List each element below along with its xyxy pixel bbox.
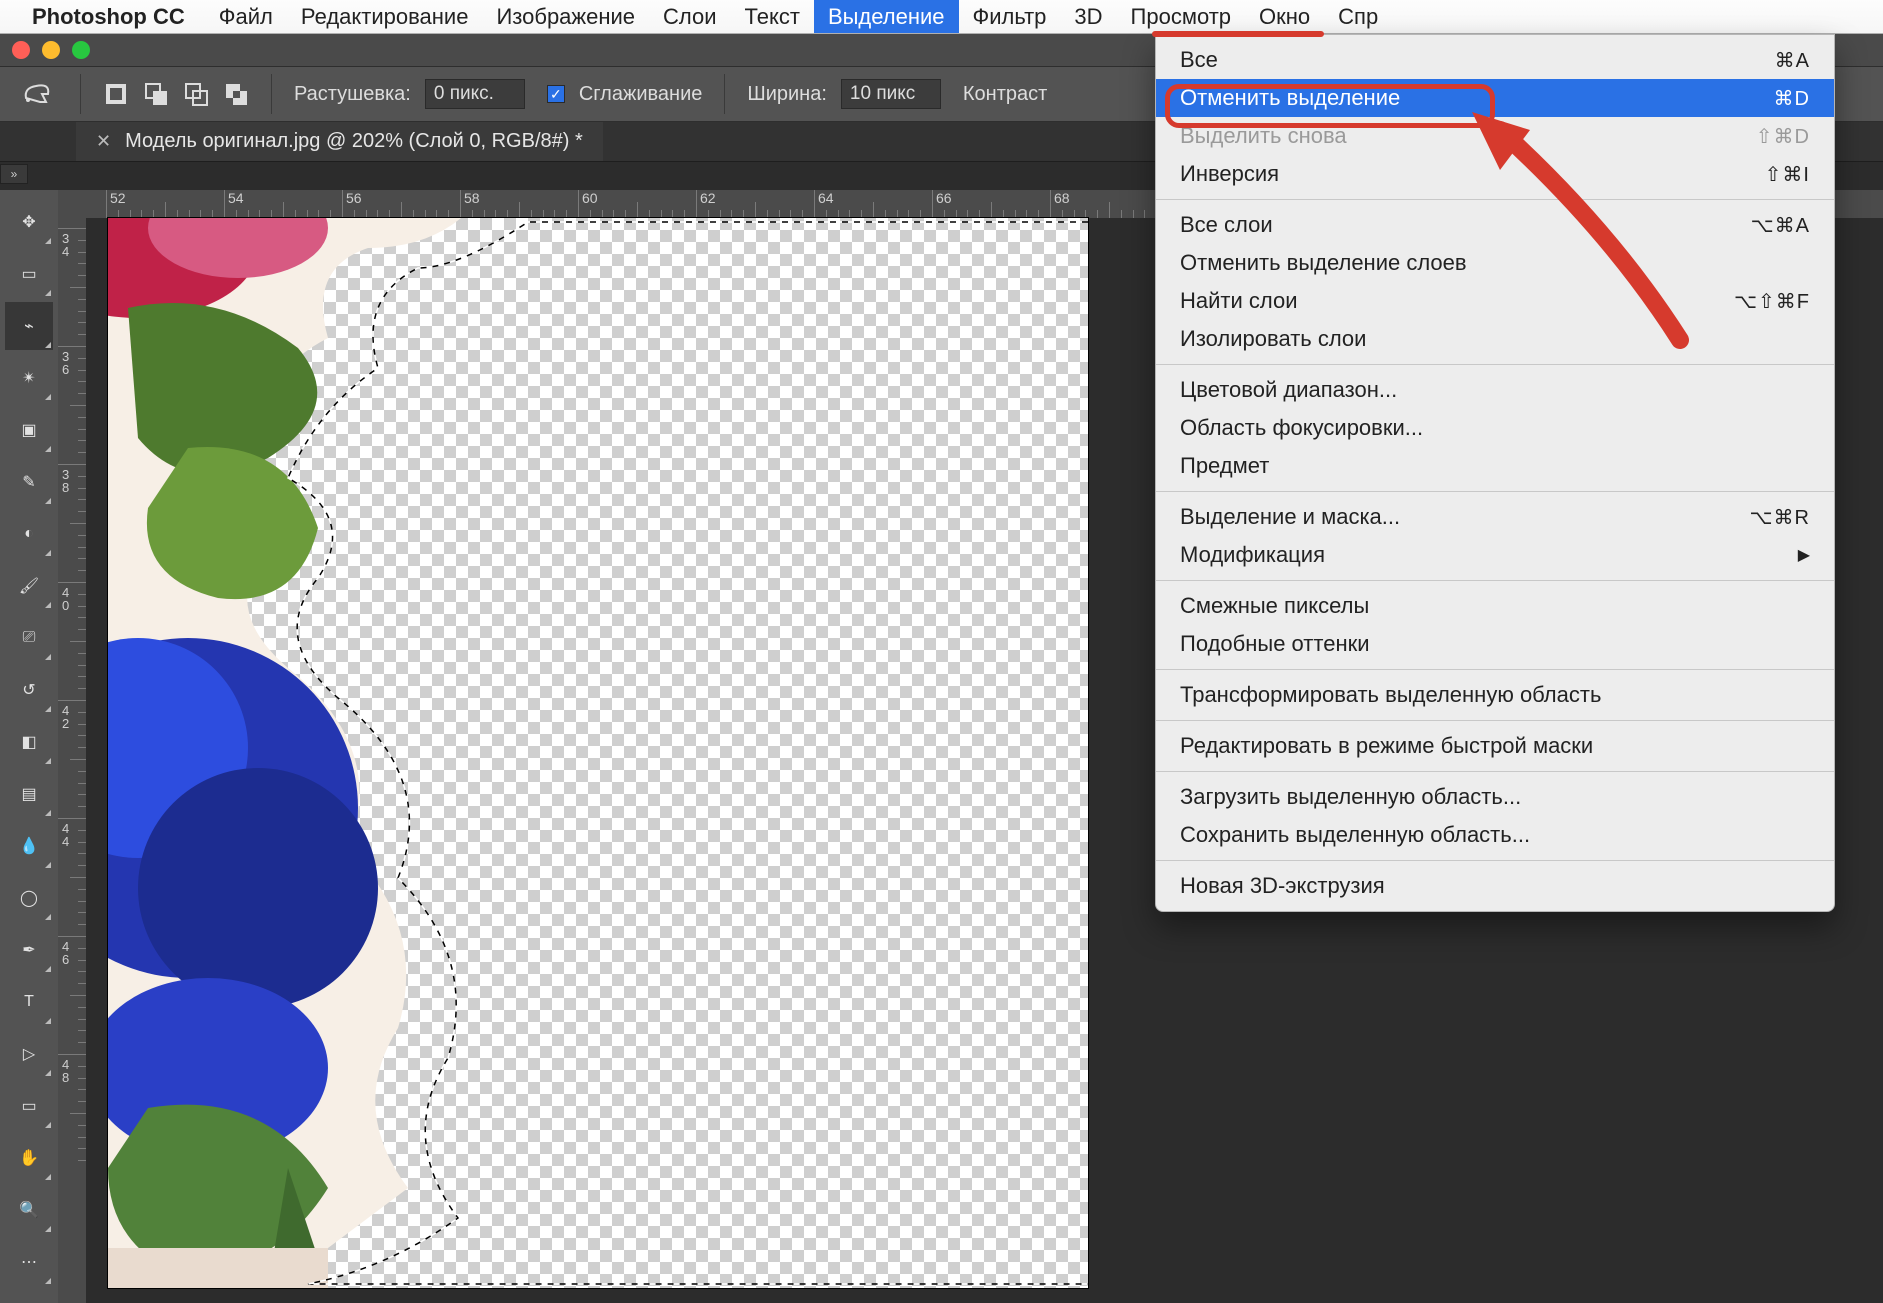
menu-item[interactable]: Подобные оттенки xyxy=(1156,625,1834,663)
current-tool-icon[interactable] xyxy=(18,74,58,114)
tool-stamp[interactable]: ⎚ xyxy=(5,614,53,662)
image-content xyxy=(108,218,1088,1288)
contrast-label: Контраст xyxy=(963,83,1047,106)
expand-panels-icon[interactable]: » xyxy=(0,164,28,184)
menu-выделение[interactable]: Выделение xyxy=(814,0,959,33)
tool-gradient[interactable]: ▤ xyxy=(5,770,53,818)
menu-изображение[interactable]: Изображение xyxy=(482,0,649,33)
menu-редактирование[interactable]: Редактирование xyxy=(287,0,483,33)
traffic-close-icon[interactable] xyxy=(12,41,30,59)
menu-item[interactable]: Все слои⌥⌘A xyxy=(1156,206,1834,244)
tool-eyedropper[interactable]: ✎ xyxy=(5,458,53,506)
document-tab[interactable]: ✕ Модель оригинал.jpg @ 202% (Слой 0, RG… xyxy=(76,122,603,161)
tool-rectangle[interactable]: ▭ xyxy=(5,1082,53,1130)
menu-item[interactable]: Отменить выделение⌘D xyxy=(1156,79,1834,117)
menu-просмотр[interactable]: Просмотр xyxy=(1117,0,1245,33)
tool-type[interactable]: T xyxy=(5,978,53,1026)
menu-файл[interactable]: Файл xyxy=(205,0,287,33)
width-label: Ширина: xyxy=(747,83,827,106)
menu-item[interactable]: Цветовой диапазон... xyxy=(1156,371,1834,409)
menu-слои[interactable]: Слои xyxy=(649,0,731,33)
menu-фильтр[interactable]: Фильтр xyxy=(959,0,1061,33)
menu-item[interactable]: Отменить выделение слоев xyxy=(1156,244,1834,282)
tool-zoom[interactable]: 🔍 xyxy=(5,1186,53,1234)
menu-item[interactable]: Изолировать слои xyxy=(1156,320,1834,358)
menu-спр[interactable]: Спр xyxy=(1324,0,1392,33)
tool-spot-heal[interactable]: ◐ xyxy=(5,510,53,558)
ruler-vertical[interactable]: 3436384042444648 xyxy=(58,218,86,1303)
tool-eraser[interactable]: ◧ xyxy=(5,718,53,766)
feather-label: Растушевка: xyxy=(294,83,411,106)
menu-item[interactable]: Инверсия⇧⌘I xyxy=(1156,155,1834,193)
tool-magnetic-lasso[interactable]: ⌁ xyxy=(5,302,53,350)
menu-item[interactable]: Сохранить выделенную область... xyxy=(1156,816,1834,854)
toolbox: ✥▭⌁✴▣✎◐🖌⎚↺◧▤💧◯✒T▷▭✋🔍⋯ xyxy=(0,190,58,1303)
menu-текст[interactable]: Текст xyxy=(731,0,814,33)
tool-crop[interactable]: ▣ xyxy=(5,406,53,454)
traffic-min-icon[interactable] xyxy=(42,41,60,59)
menu-окно[interactable]: Окно xyxy=(1245,0,1324,33)
selection-menu: Все⌘AОтменить выделение⌘DВыделить снова⇧… xyxy=(1155,34,1835,912)
tool-brush[interactable]: 🖌 xyxy=(5,562,53,610)
menu-item[interactable]: Смежные пикселы xyxy=(1156,587,1834,625)
tool-move[interactable]: ✥ xyxy=(5,198,53,246)
tool-magic-wand[interactable]: ✴ xyxy=(5,354,53,402)
tool-marquee[interactable]: ▭ xyxy=(5,250,53,298)
menu-item[interactable]: Найти слои⌥⇧⌘F xyxy=(1156,282,1834,320)
tool-dodge[interactable]: ◯ xyxy=(5,874,53,922)
menu-item[interactable]: Загрузить выделенную область... xyxy=(1156,778,1834,816)
ruler-corner xyxy=(58,190,86,218)
antialias-label: Сглаживание xyxy=(579,83,703,106)
menu-item[interactable]: Новая 3D-экструзия xyxy=(1156,867,1834,905)
tool-more[interactable]: ⋯ xyxy=(5,1238,53,1286)
traffic-max-icon[interactable] xyxy=(72,41,90,59)
menu-item[interactable]: Трансформировать выделенную область xyxy=(1156,676,1834,714)
fill-mode-icons[interactable] xyxy=(103,81,249,107)
menu-item[interactable]: Область фокусировки... xyxy=(1156,409,1834,447)
canvas[interactable] xyxy=(108,218,1088,1288)
tool-pen[interactable]: ✒ xyxy=(5,926,53,974)
menu-item: Выделить снова⇧⌘D xyxy=(1156,117,1834,155)
menu-item[interactable]: Все⌘A xyxy=(1156,41,1834,79)
app-name: Photoshop CC xyxy=(32,4,185,30)
antialias-checkbox[interactable]: ✓ xyxy=(547,85,565,103)
menu-item[interactable]: Модификация▶ xyxy=(1156,536,1834,574)
menu-item[interactable]: Редактировать в режиме быстрой маски xyxy=(1156,727,1834,765)
menu-item[interactable]: Выделение и маска...⌥⌘R xyxy=(1156,498,1834,536)
tool-blur[interactable]: 💧 xyxy=(5,822,53,870)
width-input[interactable] xyxy=(841,79,941,109)
tool-history-brush[interactable]: ↺ xyxy=(5,666,53,714)
mac-menubar: Photoshop CC ФайлРедактированиеИзображен… xyxy=(0,0,1883,34)
feather-input[interactable] xyxy=(425,79,525,109)
tab-close-icon[interactable]: ✕ xyxy=(96,131,111,152)
tool-hand[interactable]: ✋ xyxy=(5,1134,53,1182)
menu-item[interactable]: Предмет xyxy=(1156,447,1834,485)
menu-3d[interactable]: 3D xyxy=(1060,0,1116,33)
tool-path-select[interactable]: ▷ xyxy=(5,1030,53,1078)
document-tab-title: Модель оригинал.jpg @ 202% (Слой 0, RGB/… xyxy=(125,130,583,153)
